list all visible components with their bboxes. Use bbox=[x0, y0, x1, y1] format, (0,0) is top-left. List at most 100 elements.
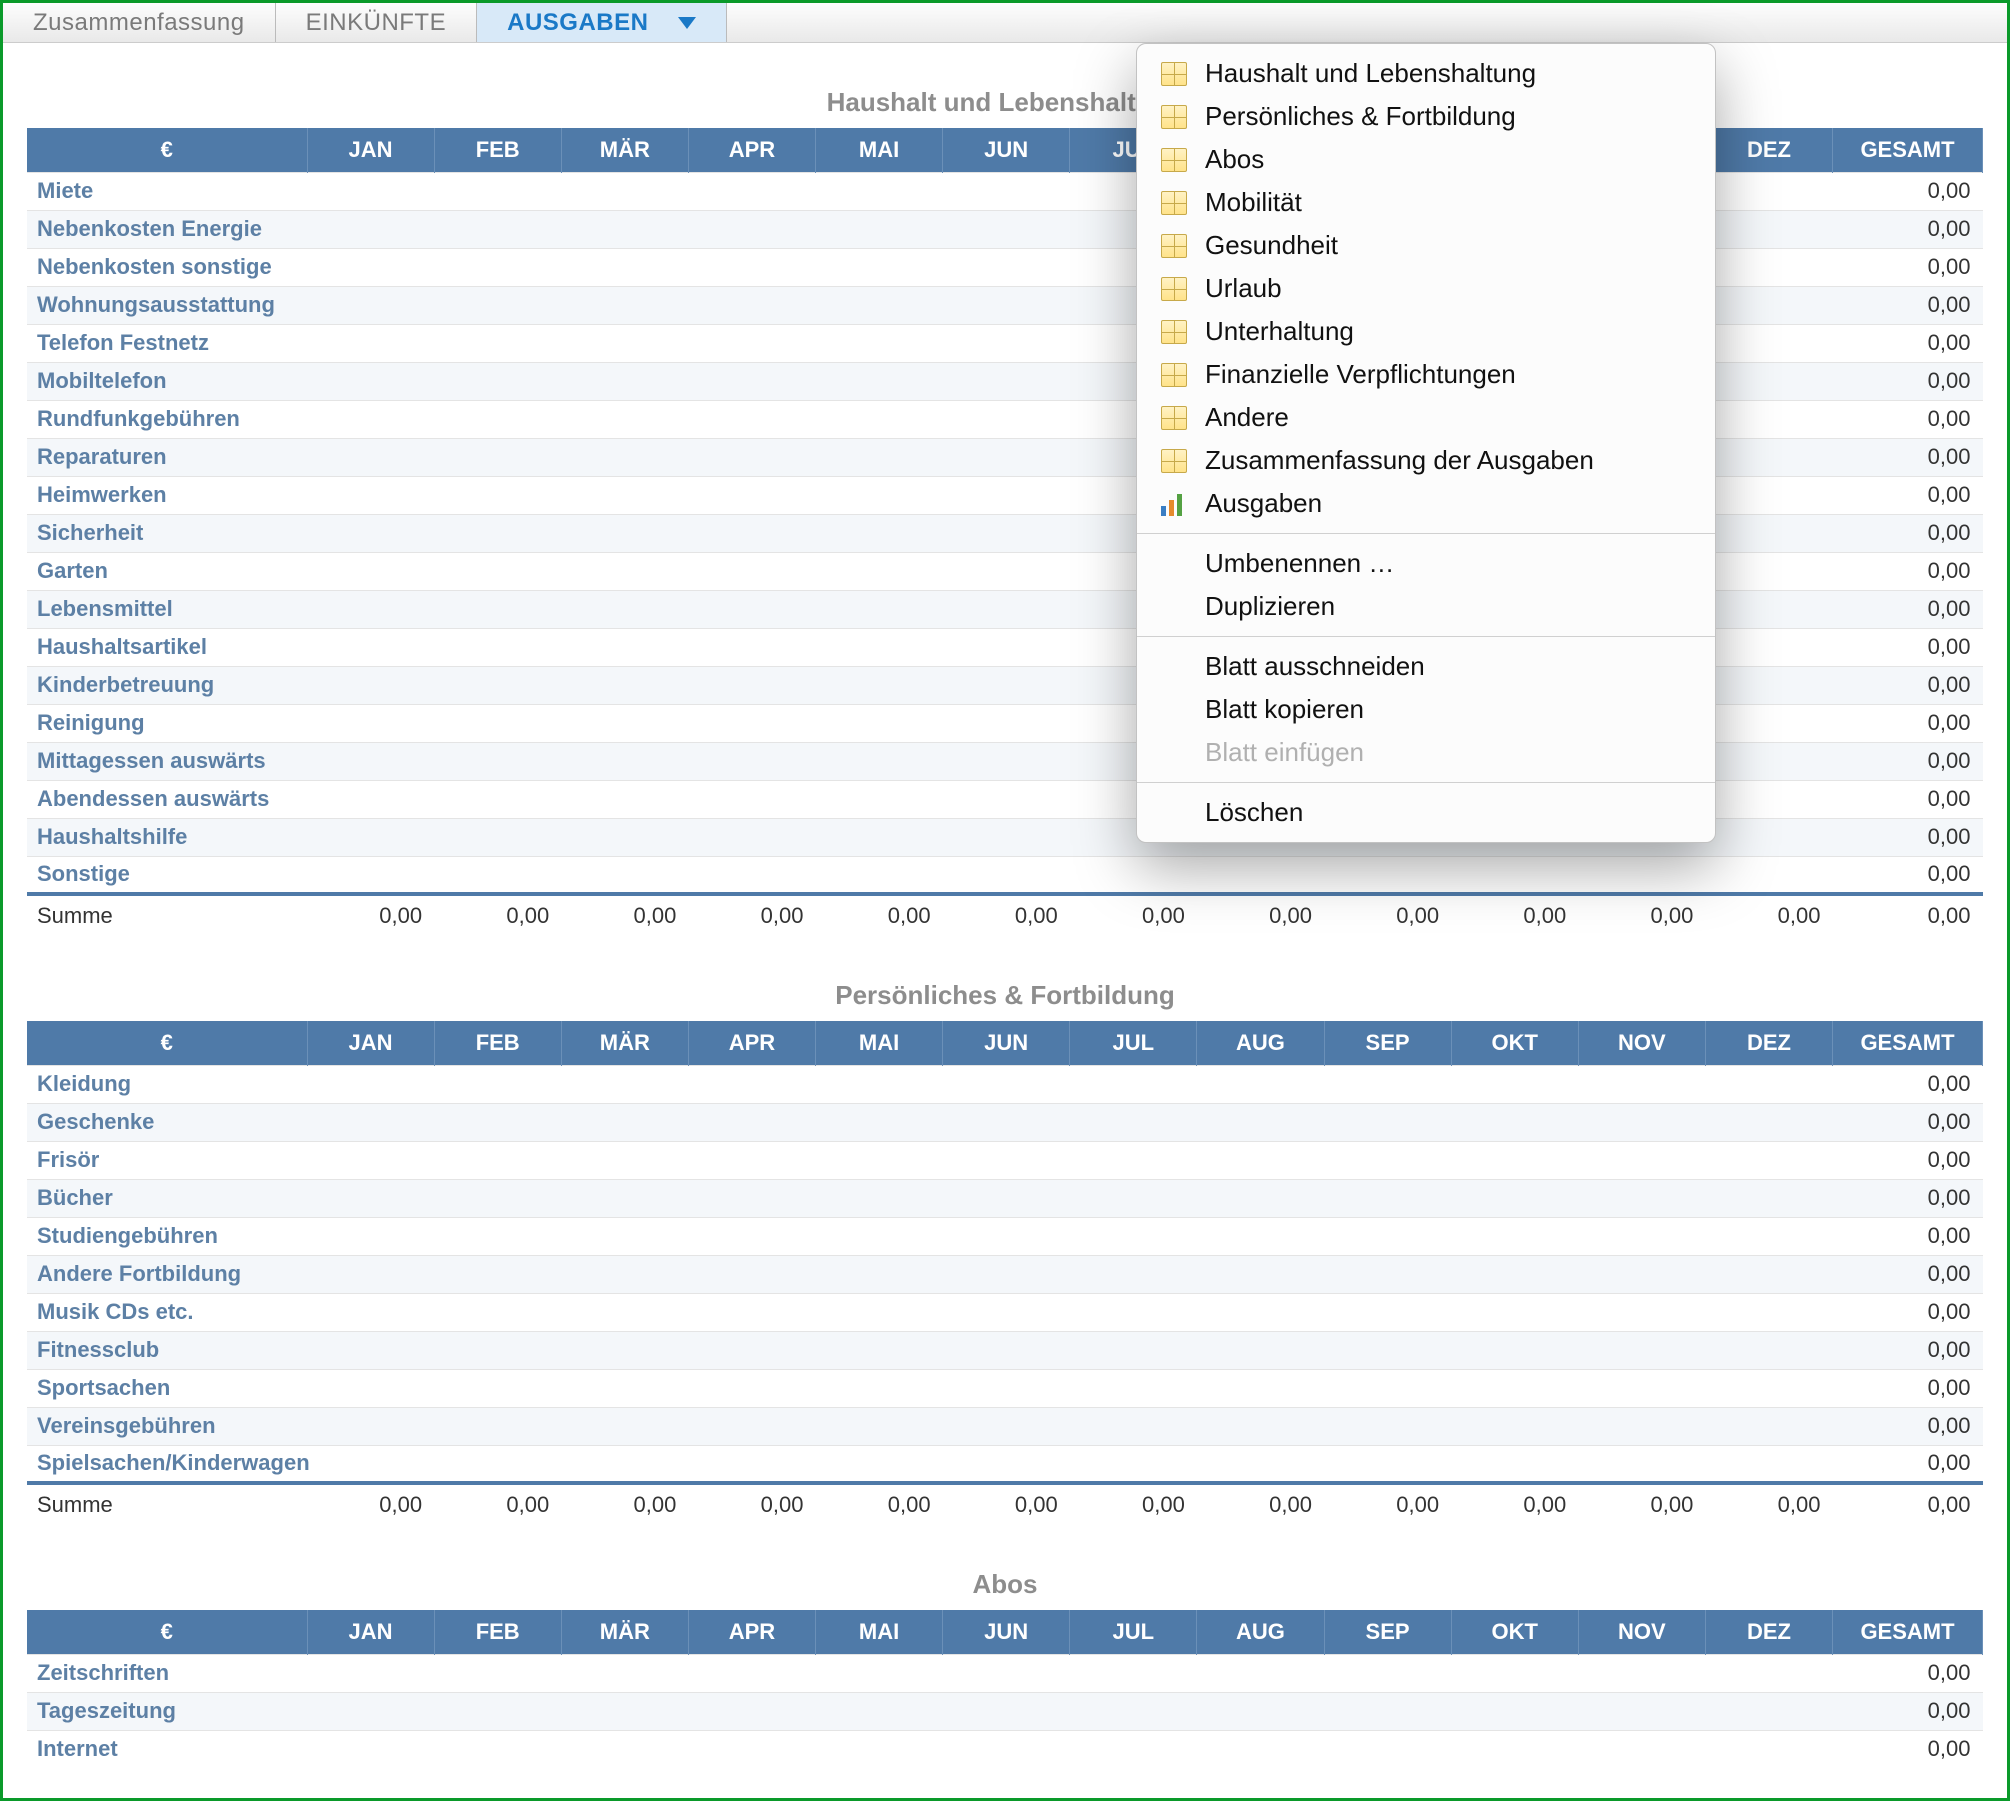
cell[interactable] bbox=[434, 780, 561, 818]
cell[interactable] bbox=[688, 1293, 815, 1331]
cell[interactable] bbox=[816, 324, 943, 362]
cell[interactable] bbox=[816, 818, 943, 856]
cell[interactable] bbox=[1578, 1217, 1705, 1255]
cell[interactable] bbox=[561, 210, 688, 248]
cell[interactable] bbox=[816, 552, 943, 590]
cell[interactable] bbox=[1578, 1293, 1705, 1331]
cell[interactable] bbox=[1324, 1407, 1451, 1445]
cell[interactable] bbox=[688, 666, 815, 704]
cell[interactable] bbox=[1070, 1065, 1197, 1103]
cell[interactable] bbox=[434, 590, 561, 628]
cell[interactable] bbox=[307, 1654, 434, 1692]
cell[interactable] bbox=[1070, 1293, 1197, 1331]
cell[interactable] bbox=[688, 628, 815, 666]
cell[interactable] bbox=[688, 286, 815, 324]
cell[interactable] bbox=[1324, 1369, 1451, 1407]
cell[interactable] bbox=[1705, 514, 1832, 552]
cell[interactable] bbox=[688, 324, 815, 362]
cell[interactable] bbox=[816, 780, 943, 818]
row-label[interactable]: Garten bbox=[27, 552, 307, 590]
cell[interactable] bbox=[307, 590, 434, 628]
cell[interactable] bbox=[561, 552, 688, 590]
cell[interactable] bbox=[1324, 1445, 1451, 1483]
cell[interactable] bbox=[561, 286, 688, 324]
cell[interactable] bbox=[561, 704, 688, 742]
menu-copy[interactable]: Blatt kopieren bbox=[1137, 688, 1715, 731]
cell[interactable] bbox=[561, 514, 688, 552]
cell[interactable] bbox=[943, 742, 1070, 780]
cell[interactable] bbox=[1197, 1141, 1324, 1179]
row-label[interactable]: Nebenkosten sonstige bbox=[27, 248, 307, 286]
cell[interactable] bbox=[688, 172, 815, 210]
cell[interactable] bbox=[1705, 1217, 1832, 1255]
cell[interactable] bbox=[816, 1445, 943, 1483]
cell[interactable] bbox=[1324, 1730, 1451, 1768]
cell[interactable] bbox=[1070, 1730, 1197, 1768]
cell[interactable] bbox=[1070, 1692, 1197, 1730]
cell[interactable] bbox=[688, 1217, 815, 1255]
row-label[interactable]: Rundfunkgebühren bbox=[27, 400, 307, 438]
cell[interactable] bbox=[1070, 1654, 1197, 1692]
menu-cut[interactable]: Blatt ausschneiden bbox=[1137, 645, 1715, 688]
cell[interactable] bbox=[688, 1179, 815, 1217]
cell[interactable] bbox=[307, 1103, 434, 1141]
cell[interactable] bbox=[434, 1692, 561, 1730]
cell[interactable] bbox=[1705, 1255, 1832, 1293]
cell[interactable] bbox=[816, 1730, 943, 1768]
cell[interactable] bbox=[688, 742, 815, 780]
cell[interactable] bbox=[434, 666, 561, 704]
cell[interactable] bbox=[1578, 1654, 1705, 1692]
cell[interactable] bbox=[561, 818, 688, 856]
cell[interactable] bbox=[307, 1331, 434, 1369]
cell[interactable] bbox=[688, 780, 815, 818]
cell[interactable] bbox=[307, 1217, 434, 1255]
menu-rename[interactable]: Umbenennen … bbox=[1137, 542, 1715, 585]
cell[interactable] bbox=[561, 1407, 688, 1445]
cell[interactable] bbox=[816, 1103, 943, 1141]
cell[interactable] bbox=[1070, 1407, 1197, 1445]
cell[interactable] bbox=[688, 1103, 815, 1141]
cell[interactable] bbox=[688, 1369, 815, 1407]
row-label[interactable]: Reinigung bbox=[27, 704, 307, 742]
cell[interactable] bbox=[943, 1141, 1070, 1179]
cell[interactable] bbox=[307, 248, 434, 286]
menu-sheet-item[interactable]: Gesundheit bbox=[1137, 224, 1715, 267]
cell[interactable] bbox=[307, 1445, 434, 1483]
cell[interactable] bbox=[434, 1331, 561, 1369]
cell[interactable] bbox=[943, 1103, 1070, 1141]
cell[interactable] bbox=[943, 1179, 1070, 1217]
row-label[interactable]: Telefon Festnetz bbox=[27, 324, 307, 362]
cell[interactable] bbox=[688, 1730, 815, 1768]
cell[interactable] bbox=[816, 210, 943, 248]
cell[interactable] bbox=[816, 628, 943, 666]
cell[interactable] bbox=[1451, 1445, 1578, 1483]
cell[interactable] bbox=[1705, 742, 1832, 780]
cell[interactable] bbox=[561, 780, 688, 818]
cell[interactable] bbox=[434, 628, 561, 666]
cell[interactable] bbox=[1705, 1293, 1832, 1331]
menu-sheet-item[interactable]: Andere bbox=[1137, 396, 1715, 439]
cell[interactable] bbox=[1451, 1217, 1578, 1255]
cell[interactable] bbox=[943, 666, 1070, 704]
cell[interactable] bbox=[688, 552, 815, 590]
cell[interactable] bbox=[1324, 1179, 1451, 1217]
cell[interactable] bbox=[434, 1654, 561, 1692]
cell[interactable] bbox=[1451, 1293, 1578, 1331]
cell[interactable] bbox=[943, 324, 1070, 362]
chevron-down-icon[interactable] bbox=[678, 17, 696, 29]
cell[interactable] bbox=[1578, 1369, 1705, 1407]
cell[interactable] bbox=[561, 590, 688, 628]
cell[interactable] bbox=[307, 628, 434, 666]
cell[interactable] bbox=[1705, 400, 1832, 438]
cell[interactable] bbox=[1578, 856, 1705, 894]
cell[interactable] bbox=[688, 438, 815, 476]
cell[interactable] bbox=[688, 590, 815, 628]
row-label[interactable]: Sonstige bbox=[27, 856, 307, 894]
cell[interactable] bbox=[816, 666, 943, 704]
cell[interactable] bbox=[434, 286, 561, 324]
cell[interactable] bbox=[1197, 1217, 1324, 1255]
row-label[interactable]: Lebensmittel bbox=[27, 590, 307, 628]
cell[interactable] bbox=[1324, 1217, 1451, 1255]
row-label[interactable]: Miete bbox=[27, 172, 307, 210]
cell[interactable] bbox=[307, 476, 434, 514]
